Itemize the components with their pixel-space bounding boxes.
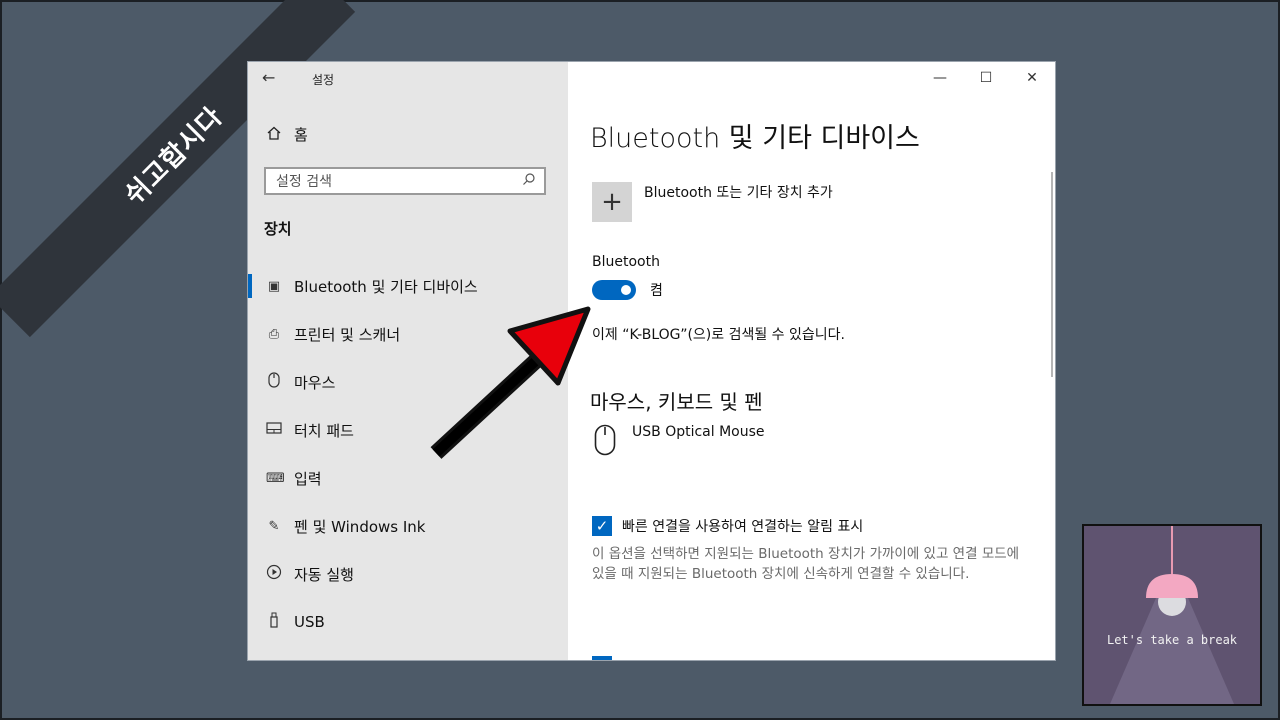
mouse-icon	[266, 372, 282, 392]
printer-icon: ⎙	[268, 326, 280, 342]
home-icon	[266, 125, 282, 145]
window-controls: — ☐ ✕	[917, 62, 1055, 94]
red-arrow-icon	[430, 306, 591, 459]
sidebar-item-label: USB	[294, 613, 325, 631]
autoplay-icon	[266, 564, 282, 584]
section-label: 장치	[264, 220, 292, 238]
discoverable-text: 이제 “K-BLOG”(으)로 검색될 수 있습니다.	[592, 327, 845, 343]
add-device-label: Bluetooth 또는 기타 장치 추가	[644, 185, 833, 201]
swift-pair-checkbox[interactable]: ✓	[592, 516, 612, 536]
swift-pair-label: 빠른 연결을 사용하여 연결하는 알림 표시	[622, 519, 864, 535]
banner-text: 쉬고합시다	[119, 101, 229, 211]
break-text: Let's take a break	[1106, 633, 1238, 647]
sidebar-item-label: 펜 및 Windows Ink	[294, 517, 426, 536]
search-placeholder: 설정 검색	[276, 174, 332, 190]
content-pane: — ☐ ✕ Bluetooth 및 기타 디바이스 + Bluetooth 또는…	[568, 62, 1055, 660]
sidebar-item-label: 마우스	[294, 373, 336, 392]
swift-pair-description: 이 옵션을 선택하면 지원되는 Bluetooth 장치가 가까이에 있고 연결…	[592, 546, 1020, 582]
sidebar-item-label: 자동 실행	[294, 565, 354, 584]
settings-search-input[interactable]: 설정 검색	[264, 167, 546, 195]
search-icon[interactable]	[522, 172, 536, 190]
home-link[interactable]: 홈	[266, 124, 308, 145]
toggle-state-label: 켬	[650, 283, 663, 299]
pen-icon: ✎	[268, 518, 280, 534]
sidebar-item-usb[interactable]: USB	[248, 598, 568, 646]
sidebar-item-label: 프린터 및 스캐너	[294, 325, 401, 344]
back-arrow-icon[interactable]: ←	[262, 68, 275, 87]
sidebar-item-autoplay[interactable]: 자동 실행	[248, 550, 568, 598]
lamp-icon	[1110, 526, 1234, 704]
sidebar-item-label: Bluetooth 및 기타 디바이스	[294, 277, 478, 296]
add-device-button[interactable]: + Bluetooth 또는 기타 장치 추가	[592, 182, 833, 222]
window-title: 설정	[312, 73, 335, 87]
bluetooth-label: Bluetooth	[592, 254, 660, 270]
sidebar-item-label: 입력	[294, 469, 322, 488]
settings-window: ← 설정 홈 설정 검색 장치 ▣ Bluetooth 및 기타 디바이스 ⎙ …	[248, 62, 1055, 660]
keyboard-icon: ⌨	[266, 470, 285, 486]
page-title: Bluetooth 및 기타 디바이스	[590, 123, 920, 154]
swift-pair-option[interactable]: ✓ 빠른 연결을 사용하여 연결하는 알림 표시	[592, 516, 863, 536]
home-label: 홈	[294, 126, 308, 144]
sidebar-item-pen[interactable]: ✎ 펜 및 Windows Ink	[248, 502, 568, 550]
maximize-button[interactable]: ☐	[963, 62, 1009, 94]
break-badge: Let's take a break	[1082, 524, 1262, 706]
sidebar-item-label: 터치 패드	[294, 421, 354, 440]
scrollbar[interactable]	[1051, 172, 1053, 377]
usb-icon	[266, 612, 282, 632]
device-name: USB Optical Mouse	[632, 424, 765, 440]
bluetooth-device-icon: ▣	[267, 278, 281, 294]
close-button[interactable]: ✕	[1009, 62, 1055, 94]
next-checkbox-partial[interactable]	[592, 656, 612, 660]
plus-icon: +	[592, 182, 632, 222]
minimize-button[interactable]: —	[917, 62, 963, 94]
touchpad-icon	[266, 422, 282, 438]
